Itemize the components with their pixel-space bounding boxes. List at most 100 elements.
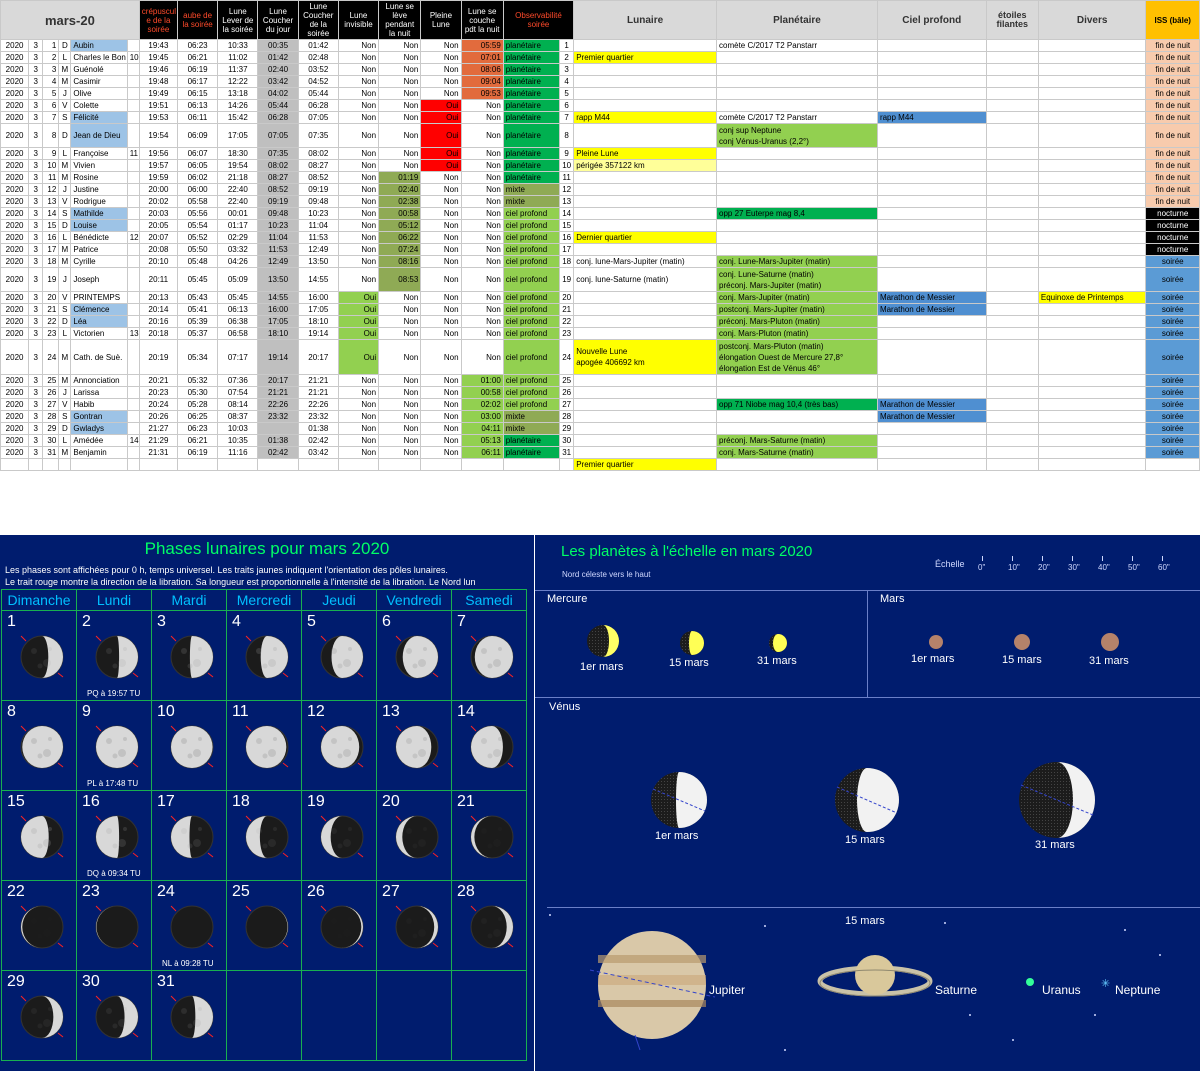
cell-weekday[interactable]: S	[58, 111, 72, 124]
cell-invisible[interactable]: Oui	[337, 339, 380, 375]
cell-pleine[interactable]: Non	[420, 195, 462, 208]
table-row[interactable]: 2020 3 26 J Larissa 20:23 05:30 07:54 21:21 21:21…	[0, 386, 1200, 399]
cell-month[interactable]: 3	[28, 63, 44, 76]
cell-crepuscule[interactable]: 20:26	[138, 410, 179, 423]
cell-week[interactable]: 11	[126, 147, 140, 160]
cell-year[interactable]: 2020	[0, 123, 30, 148]
cell-lever[interactable]: 11:16	[217, 446, 259, 459]
cell-year[interactable]: 2020	[0, 267, 30, 292]
cell-weekday[interactable]: D	[58, 219, 72, 232]
cell-iss[interactable]: soirée	[1145, 422, 1200, 435]
cell-etoiles[interactable]	[985, 87, 1039, 100]
cell-saint[interactable]: Casimir	[70, 75, 128, 88]
cell-year[interactable]: 2020	[0, 111, 30, 124]
cell-lever[interactable]: 22:40	[217, 195, 259, 208]
cell-lever[interactable]: 17:05	[217, 123, 259, 148]
cell-lunaire[interactable]: conj. lune-Mars-Jupiter (matin)	[573, 255, 718, 268]
cell-crepuscule[interactable]: 20:14	[138, 303, 179, 316]
cell-coucher-jour[interactable]: 22:26	[257, 398, 299, 411]
cell-coucher-jour[interactable]: 02:42	[257, 446, 299, 459]
cell-invisible[interactable]: Non	[337, 39, 380, 52]
cell-planetaire[interactable]	[716, 99, 878, 112]
cell-year[interactable]: 2020	[0, 398, 30, 411]
cell-invisible[interactable]: Non	[337, 147, 380, 160]
cell-observabilite[interactable]: ciel profond	[502, 267, 561, 292]
cell-leve-nuit[interactable]: Non	[378, 87, 422, 100]
cell-year[interactable]: 2020	[0, 386, 30, 399]
cell-iss[interactable]: soirée	[1145, 327, 1200, 340]
cell-saint[interactable]: Mathilde	[70, 207, 128, 220]
cell-invisible[interactable]: Oui	[337, 327, 380, 340]
cell-weekday[interactable]: J	[58, 386, 72, 399]
cell-pleine[interactable]: Non	[420, 434, 462, 447]
table-row[interactable]: 2020 3 22 D Léa 20:16 05:39 06:38 17:05 18:10 Oui N…	[0, 315, 1200, 328]
cell-coucher-soiree[interactable]: 08:27	[297, 159, 339, 172]
cell-coucher-jour[interactable]: 10:23	[257, 219, 299, 232]
cell-coucher-soiree[interactable]: 18:10	[297, 315, 339, 328]
cell-planetaire[interactable]	[716, 171, 878, 184]
cell-pleine[interactable]: Non	[420, 303, 462, 316]
cell-crepuscule[interactable]: 20:13	[138, 291, 179, 304]
cell-iss[interactable]: nocturne	[1145, 243, 1200, 256]
cell-aube[interactable]: 06:23	[176, 39, 219, 52]
cell-iss[interactable]: soirée	[1145, 303, 1200, 316]
cell-coucher-jour[interactable]: 20:17	[257, 374, 299, 387]
table-row[interactable]: 2020 3 3 M Guénolé 19:46 06:19 11:37 02:40 03:52 N…	[0, 63, 1200, 76]
cell-day[interactable]: 21	[42, 303, 60, 316]
cell-day[interactable]: 30	[42, 434, 60, 447]
cell-saint[interactable]: Justine	[70, 183, 128, 196]
cell-ciel-profond[interactable]	[876, 147, 987, 160]
cell-divers[interactable]	[1037, 231, 1147, 244]
cell-iss[interactable]: soirée	[1145, 410, 1200, 423]
table-row[interactable]: 2020 3 23 L Victorien 13 20:18 05:37 06:58 18:10 1…	[0, 327, 1200, 340]
cell-lever[interactable]: 10:03	[217, 422, 259, 435]
cell-day[interactable]: 16	[42, 231, 60, 244]
cell-leve-nuit[interactable]: Non	[378, 159, 422, 172]
col-leve-nuit[interactable]: Lune se lève pendant la nuit	[378, 0, 422, 40]
cell-saint[interactable]: Annonciation	[70, 374, 128, 387]
cell-saint[interactable]: Charles le Bon	[70, 51, 128, 64]
col-observabilite[interactable]: Observabilité soirée	[502, 0, 575, 40]
cell-month[interactable]: 3	[28, 195, 44, 208]
col-crepuscule[interactable]: crépuscul e de la soirée	[138, 0, 179, 40]
cell-index[interactable]: 12	[559, 183, 575, 196]
cell-divers[interactable]	[1037, 267, 1147, 292]
col-coucher-jour[interactable]: Lune Coucher du jour	[257, 0, 299, 40]
cell-year[interactable]: 2020	[0, 39, 30, 52]
table-row[interactable]: Premier quartier	[0, 458, 1200, 471]
cell-pleine[interactable]: Non	[420, 39, 462, 52]
cell-weekday[interactable]: V	[58, 195, 72, 208]
cell-invisible[interactable]: Non	[337, 243, 380, 256]
cell-observabilite[interactable]: planétaire	[502, 123, 561, 148]
cell-aube[interactable]: 06:11	[176, 111, 219, 124]
cell-day[interactable]: 12	[42, 183, 60, 196]
cell-day[interactable]: 14	[42, 207, 60, 220]
cell-aube[interactable]: 05:32	[176, 374, 219, 387]
cell-year[interactable]: 2020	[0, 374, 30, 387]
cell-lever[interactable]: 06:58	[217, 327, 259, 340]
cell-lunaire[interactable]	[573, 195, 718, 208]
cell-couche-nuit[interactable]: Non	[460, 267, 504, 292]
cell-pleine[interactable]: Oui	[420, 99, 462, 112]
cell-aube[interactable]: 05:43	[176, 291, 219, 304]
cell-month[interactable]: 3	[28, 219, 44, 232]
cell-day[interactable]: 23	[42, 327, 60, 340]
cell-year[interactable]: 2020	[0, 207, 30, 220]
cell-invisible[interactable]: Oui	[337, 303, 380, 316]
cell-divers[interactable]	[1037, 51, 1147, 64]
cell-month[interactable]: 3	[28, 147, 44, 160]
cell-iss[interactable]: fin de nuit	[1145, 111, 1200, 124]
cell-couche-nuit[interactable]: Non	[460, 123, 504, 148]
cell-ciel-profond[interactable]	[876, 231, 987, 244]
table-row[interactable]: 2020 3 24 M Cath. de Suè. 20:19 05:34 07:17 19:1…	[0, 339, 1200, 375]
cell-etoiles[interactable]	[985, 51, 1039, 64]
cell-lever[interactable]: 15:42	[217, 111, 259, 124]
cell-divers[interactable]	[1037, 410, 1147, 423]
cell-planetaire[interactable]	[716, 159, 878, 172]
cell-week[interactable]	[126, 39, 140, 52]
cell-coucher-soiree[interactable]: 03:52	[297, 63, 339, 76]
cell-aube[interactable]: 05:54	[176, 219, 219, 232]
cell-couche-nuit[interactable]: 04:11	[460, 422, 504, 435]
cell-lever[interactable]: 22:40	[217, 183, 259, 196]
cell-aube[interactable]: 05:41	[176, 303, 219, 316]
